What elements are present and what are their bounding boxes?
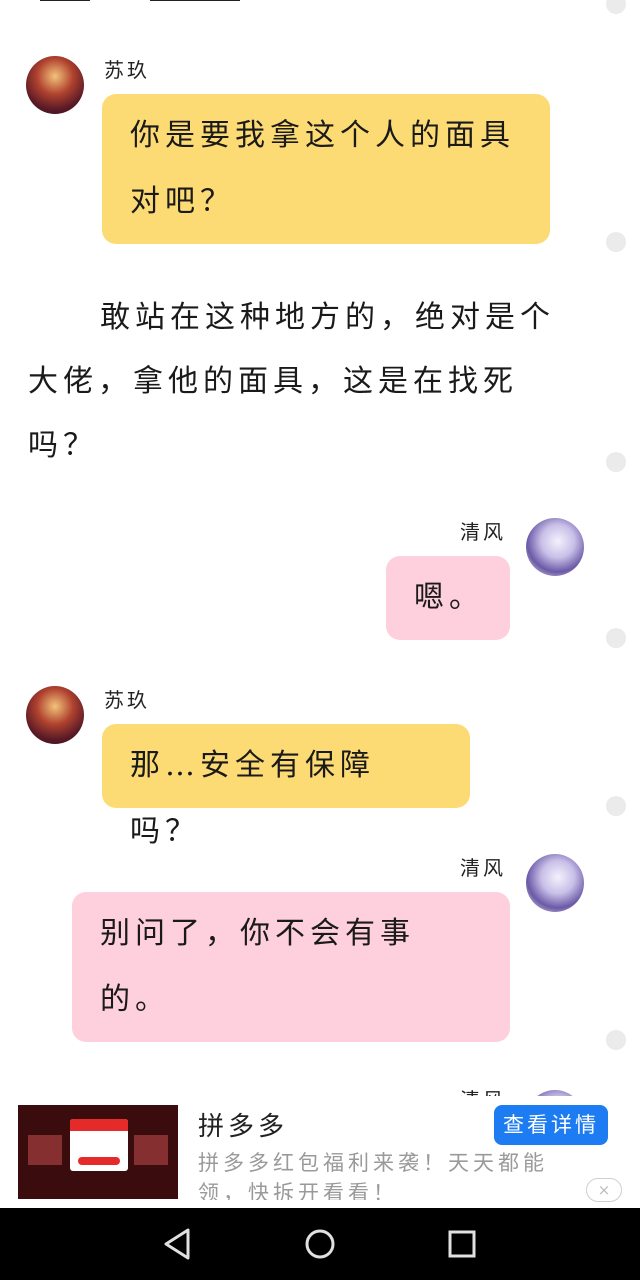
avatar-qingfeng[interactable] (526, 518, 584, 576)
avatar-sujiu[interactable] (26, 56, 84, 114)
chat-bubble-right: 嗯。 (386, 556, 510, 640)
system-nav-bar (0, 1208, 640, 1280)
back-triangle-icon[interactable] (158, 1224, 198, 1264)
recents-square-icon[interactable] (442, 1224, 482, 1264)
home-circle-icon[interactable] (300, 1224, 340, 1264)
bubble-line: 嗯。 (414, 580, 484, 615)
ad-banner[interactable]: 拼多多 拼多多红包福利来袭！天天都能领，快拆开看看！ 查看详情 × (0, 1096, 640, 1208)
bubble-line: 对吧？ (130, 184, 235, 219)
close-icon[interactable]: × (586, 1178, 622, 1202)
avatar-qingfeng[interactable] (526, 854, 584, 912)
chat-bubble-left: 那…安全有保障吗？ (102, 724, 470, 849)
bubble-line: 别问了，你不会有事 (100, 916, 415, 951)
ad-thumbnail[interactable] (18, 1105, 178, 1199)
sender-name: 清风 (460, 520, 506, 544)
timeline-dot (606, 0, 626, 14)
timeline-dot (606, 1030, 626, 1050)
sender-name: 苏玖 (104, 688, 150, 712)
avatar-sujiu[interactable] (26, 686, 84, 744)
ad-view-details-button[interactable]: 查看详情 (494, 1105, 608, 1145)
chat-bubble-right: 别问了，你不会有事 的。 (72, 892, 510, 1042)
ad-description[interactable]: 拼多多红包福利来袭！天天都能领，快拆开看看！ (198, 1148, 578, 1200)
bubble-line: 你是要我拿这个人的面具 (130, 118, 515, 153)
chat-bubble-left: 你是要我拿这个人的面具 对吧？ (102, 94, 550, 244)
sender-name: 清风 (460, 856, 506, 880)
timeline-dot (606, 796, 626, 816)
timeline-dot (606, 232, 626, 252)
bubble-line: 那…安全有保障吗？ (130, 748, 375, 849)
ad-title[interactable]: 拼多多 (198, 1106, 288, 1143)
narration-paragraph: 敢站在这种地方的，绝对是个大佬，拿他的面具，这是在找死吗？ (28, 300, 555, 463)
sender-name: 苏玖 (104, 58, 150, 82)
timeline-dot (606, 628, 626, 648)
timeline-dot (606, 452, 626, 472)
bubble-line: 的。 (100, 982, 170, 1017)
cut-off-text-top (30, 0, 310, 4)
